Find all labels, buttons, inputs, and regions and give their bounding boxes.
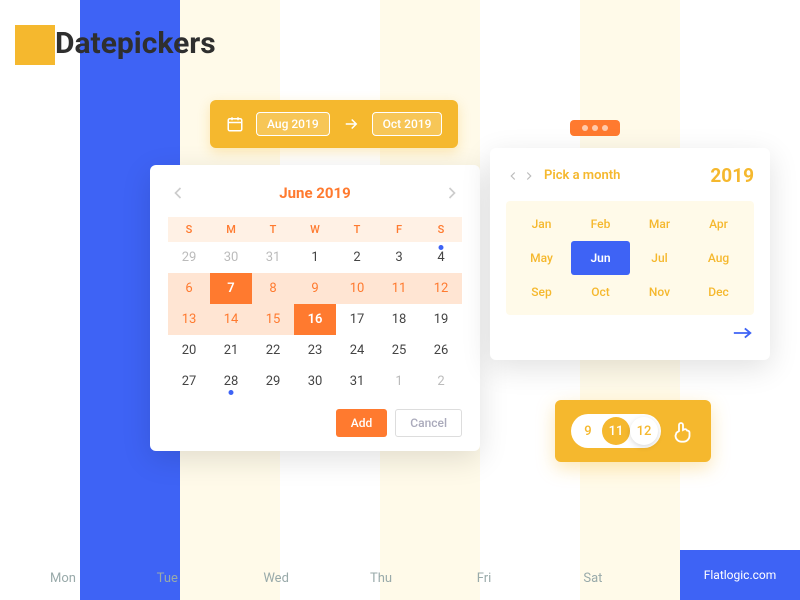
calendar-day[interactable]: 25: [378, 335, 420, 366]
range-from-chip[interactable]: Aug 2019: [256, 112, 330, 136]
footer-day-label: Mon: [20, 571, 127, 586]
month-option[interactable]: Dec: [689, 275, 748, 309]
month-option[interactable]: Jan: [512, 207, 571, 241]
month-option[interactable]: Aug: [689, 241, 748, 275]
calendar-day[interactable]: 1: [294, 242, 336, 273]
footer-day-label: Sat: [553, 571, 660, 586]
calendar-day[interactable]: 17: [336, 304, 378, 335]
calendar-day-header: T: [252, 217, 294, 242]
calendar-day[interactable]: 13: [168, 304, 210, 335]
calendar-day-header: M: [210, 217, 252, 242]
calendar-day[interactable]: 8: [252, 273, 294, 304]
calendar-day[interactable]: 26: [420, 335, 462, 366]
calendar-day[interactable]: 19: [420, 304, 462, 335]
calendar-day-header: W: [294, 217, 336, 242]
month-picker-panel: Pick a month 2019 JanFebMarApr MayJunJulA…: [490, 148, 770, 360]
month-option[interactable]: Jun: [571, 241, 630, 275]
calendar-icon: [226, 115, 244, 133]
chevron-left-icon[interactable]: [168, 183, 188, 203]
calendar-day[interactable]: 12: [420, 273, 462, 304]
footer-day-label: Tue: [127, 571, 234, 586]
calendar-day[interactable]: 9: [294, 273, 336, 304]
month-option[interactable]: Nov: [630, 275, 689, 309]
calendar-day-header: S: [420, 217, 462, 242]
slider-value-selected[interactable]: 12: [630, 417, 658, 445]
calendar-day-header: S: [168, 217, 210, 242]
calendar-day[interactable]: 18: [378, 304, 420, 335]
calendar-day[interactable]: 11: [378, 273, 420, 304]
page-title: Datepickers: [55, 26, 216, 61]
calendar-day[interactable]: 4: [420, 242, 462, 273]
month-picker-year[interactable]: 2019: [710, 164, 754, 187]
value-slider[interactable]: 9 11 12: [555, 400, 711, 462]
calendar-day-header: F: [378, 217, 420, 242]
calendar-day[interactable]: 14: [210, 304, 252, 335]
month-option[interactable]: May: [512, 241, 571, 275]
calendar-day[interactable]: 21: [210, 335, 252, 366]
calendar-day[interactable]: 16: [294, 304, 336, 335]
range-to-chip[interactable]: Oct 2019: [372, 112, 443, 136]
date-range-picker[interactable]: Aug 2019 Oct 2019: [210, 100, 458, 148]
calendar-title[interactable]: June 2019: [279, 184, 350, 202]
slider-track[interactable]: 9 11 12: [571, 414, 661, 448]
calendar-day-header: T: [336, 217, 378, 242]
calendar-day[interactable]: 30: [294, 366, 336, 397]
calendar-day[interactable]: 15: [252, 304, 294, 335]
calendar-day[interactable]: 29: [168, 242, 210, 273]
calendar-day[interactable]: 1: [378, 366, 420, 397]
footer-day-label: Wed: [233, 571, 340, 586]
month-option[interactable]: Feb: [571, 207, 630, 241]
slider-value[interactable]: 11: [602, 417, 630, 445]
confirm-arrow[interactable]: [506, 325, 754, 344]
month-option[interactable]: Jul: [630, 241, 689, 275]
calendar-day[interactable]: 30: [210, 242, 252, 273]
calendar-day[interactable]: 6: [168, 273, 210, 304]
month-option[interactable]: Mar: [630, 207, 689, 241]
calendar-day[interactable]: 31: [252, 242, 294, 273]
month-option[interactable]: Sep: [512, 275, 571, 309]
footer-day-label: Thu: [340, 571, 447, 586]
calendar-day[interactable]: 31: [336, 366, 378, 397]
slider-value[interactable]: 9: [574, 417, 602, 445]
month-option[interactable]: Apr: [689, 207, 748, 241]
calendar-day[interactable]: 2: [336, 242, 378, 273]
calendar-panel: June 2019 SMTWTFS 2930311234678910111213…: [150, 165, 480, 451]
calendar-day[interactable]: 24: [336, 335, 378, 366]
month-picker-title: Pick a month: [544, 168, 620, 183]
pointer-icon: [671, 419, 695, 443]
chevron-right-icon[interactable]: [442, 183, 462, 203]
calendar-day[interactable]: 7: [210, 273, 252, 304]
month-nav[interactable]: [506, 169, 536, 183]
calendar-day[interactable]: 23: [294, 335, 336, 366]
footer-day-label: Fri: [447, 571, 554, 586]
calendar-day[interactable]: 28: [210, 366, 252, 397]
brand-badge[interactable]: Flatlogic.com: [680, 550, 800, 600]
calendar-day[interactable]: 20: [168, 335, 210, 366]
arrow-right-icon: [342, 115, 360, 133]
calendar-day[interactable]: 3: [378, 242, 420, 273]
calendar-day[interactable]: 2: [420, 366, 462, 397]
add-button[interactable]: Add: [336, 409, 387, 437]
window-handle[interactable]: [570, 120, 620, 136]
calendar-day[interactable]: 29: [252, 366, 294, 397]
cancel-button[interactable]: Cancel: [395, 409, 462, 437]
calendar-day[interactable]: 10: [336, 273, 378, 304]
title-accent-square: [15, 25, 55, 65]
footer: MonTueWedThuFriSat Flatlogic.com: [0, 550, 800, 600]
calendar-day[interactable]: 27: [168, 366, 210, 397]
calendar-day[interactable]: 22: [252, 335, 294, 366]
month-option[interactable]: Oct: [571, 275, 630, 309]
